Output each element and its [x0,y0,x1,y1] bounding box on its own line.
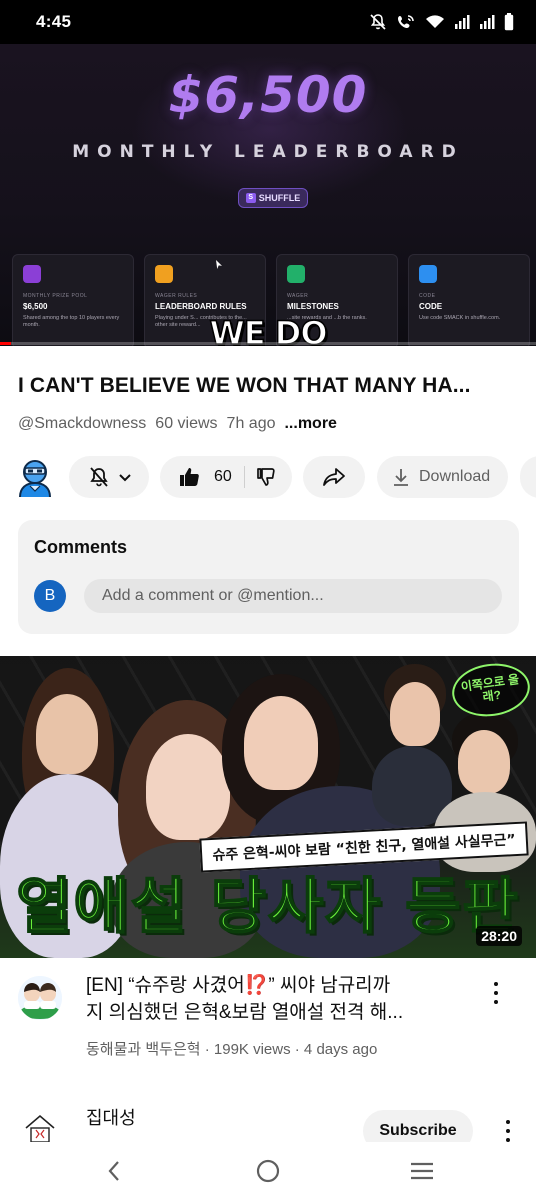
card-title: $6,500 [23,302,48,311]
comment-input[interactable]: Add a comment or @mention... [84,579,502,613]
back-icon [108,1161,119,1181]
more-link[interactable]: ...more [284,415,336,433]
back-button[interactable] [94,1156,134,1186]
recommended-thumbnail[interactable]: 이쪽으로 올래? 슈주 은혁-씨야 보람 “친한 친구, 열애설 사실무근” 열… [0,656,536,958]
video-player[interactable]: $6,500 MONTHLY LEADERBOARD S SHUFFLE MONT… [0,44,536,346]
more-actions-button[interactable] [520,456,536,498]
home-icon [256,1159,280,1183]
next-channel-name[interactable]: 집대성 [86,1104,136,1130]
code-icon [419,265,437,283]
action-bar: 60 Download [0,454,536,500]
video-details-sheet: I CAN'T BELIEVE WE WON THAT MANY HA... @… [0,346,536,1200]
video-title[interactable]: I CAN'T BELIEVE WE WON THAT MANY HA... [18,374,523,398]
kebab-menu-icon[interactable] [486,980,506,1006]
comments-panel[interactable]: Comments B Add a comment or @mention... [18,520,519,634]
signal-icon [455,15,470,29]
kebab-menu-icon[interactable] [498,1118,518,1144]
crown-icon [23,265,41,283]
cartoon-avatar-icon [18,976,62,1020]
download-button[interactable]: Download [377,456,508,498]
title-line: 지 의심했던 은혁&보람 열애설 전격 해... [86,1002,404,1023]
share-icon [323,468,345,486]
warning-icon [155,265,173,283]
progress-fill [0,342,11,345]
video-meta: @Smackdowness 60 views 7h ago ...more [18,415,337,433]
chart-icon [287,265,305,283]
user-avatar: B [34,580,66,612]
duration-badge: 28:20 [476,926,522,946]
view-count: 60 views [155,415,218,432]
upload-age: 7h ago [226,415,276,432]
recommended-channel-avatar[interactable] [18,976,62,1020]
chevron-down-icon [119,474,131,482]
status-bar: 4:45 [0,0,536,44]
comments-title: Comments [34,537,128,557]
like-count: 60 [214,468,232,485]
channel-handle[interactable]: @Smackdowness [18,415,146,433]
ninja-avatar-icon [19,460,51,498]
channel-avatar[interactable] [16,457,54,498]
person-right-face [390,682,440,746]
subscription-bell-button[interactable] [69,456,149,498]
card-title: LEADERBOARD RULES [155,302,247,311]
dislike-icon[interactable] [256,467,278,489]
shuffle-label: SHUFFLE [258,193,301,203]
download-label: Download [419,468,491,485]
person-left-face [36,694,98,774]
recommended-title[interactable]: [EN] “슈주랑 사겼어⁉️” 씨야 남규리까 지 의심했던 은혁&보람 열애… [86,972,471,1026]
card-kicker: CODE [419,293,436,299]
signal-icon [480,15,495,29]
divider [244,466,245,488]
bell-off-icon [90,467,108,487]
progress-bar[interactable] [0,342,536,345]
card-kicker: MONTHLY PRIZE POOL [23,293,88,299]
house-logo-icon [25,1114,55,1143]
shuffle-badge: S SHUFFLE [238,188,308,208]
card-title: CODE [419,302,443,311]
recommended-meta: 동해물과 백두은혁 · 199K views · 4 days ago [86,1041,378,1058]
wifi-call-icon [398,15,414,28]
next-channel-avatar[interactable] [22,1110,58,1146]
system-nav-bar [0,1142,536,1200]
status-time: 4:45 [36,12,72,31]
person-center-face [244,696,318,790]
title-line: [EN] “슈주랑 사겼어⁉️” 씨야 남규리까 [86,975,391,996]
thumbnail-headline: 열애설 당사자 등판 [15,871,520,943]
home-button[interactable] [248,1156,288,1186]
recents-icon [411,1162,433,1180]
thumbnail-heading: MONTHLY LEADERBOARD [72,142,464,162]
wifi-icon [426,15,444,28]
recommended-info[interactable]: [EN] “슈주랑 사겼어⁉️” 씨야 남규리까 지 의심했던 은혁&보람 열애… [0,972,536,1062]
status-icons [369,13,514,31]
battery-icon [504,13,514,31]
card-title: MILESTONES [287,302,339,311]
share-button[interactable] [303,456,365,498]
card-kicker: WAGER [287,293,309,299]
person-far-right-face [458,730,510,794]
person-center-left-face [146,734,230,840]
download-icon [394,469,408,486]
recents-button[interactable] [402,1156,442,1186]
like-icon[interactable] [178,466,200,488]
mute-icon [370,14,386,30]
next-channel-row: 집대성 Subscribe [0,1096,536,1152]
thumbnail-amount: $6,500 [168,66,368,124]
shuffle-logo-icon: S [245,193,256,203]
like-dislike-group: 60 [160,456,292,498]
card-kicker: WAGER RULES [155,293,198,299]
